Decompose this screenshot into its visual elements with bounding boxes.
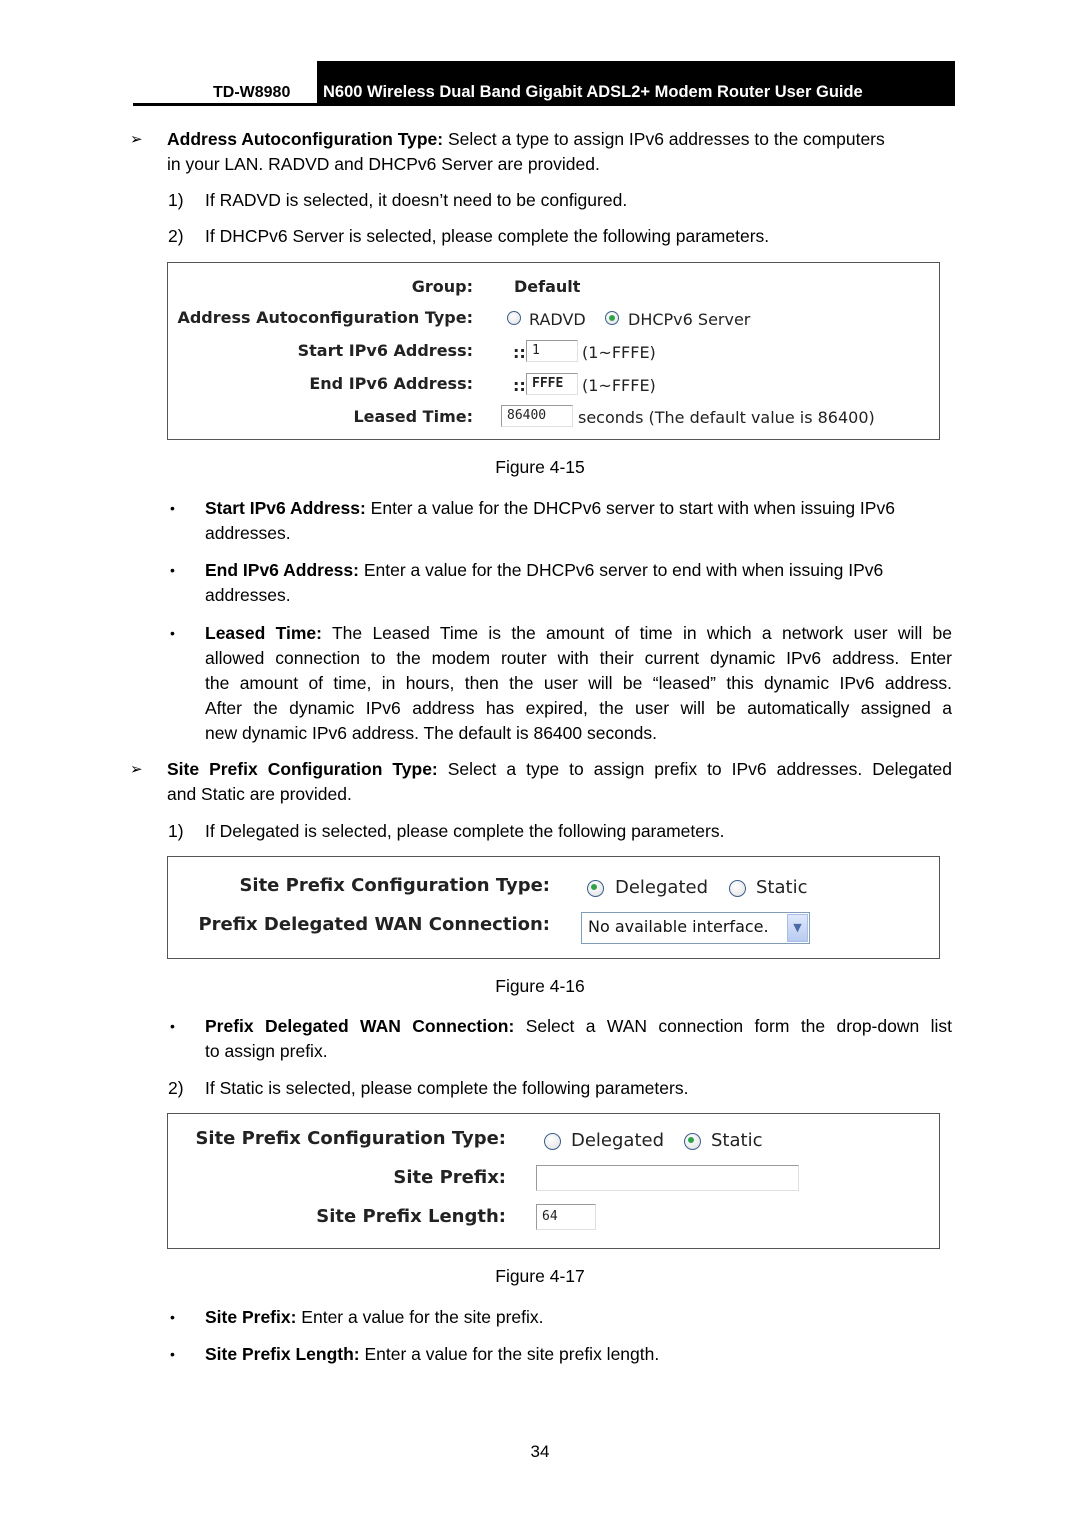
step-text: If DHCPv6 Server is selected, please com… — [205, 226, 770, 246]
leased-time-desc-5: new dynamic IPv6 address. The default is… — [205, 723, 658, 743]
radio-delegated[interactable] — [544, 1133, 561, 1150]
group-value: Default — [514, 277, 581, 296]
page-number: 34 — [530, 1442, 550, 1461]
leased-time-desc-3: the amount of time, in hours, then the u… — [205, 673, 952, 693]
step-text: If Delegated is selected, please complet… — [205, 821, 725, 841]
start-ipv6-desc: Start IPv6 Address: Enter a value for th… — [205, 496, 952, 521]
desc-text: Enter a value for the site prefix. — [296, 1307, 544, 1327]
leased-time-input[interactable]: 86400 — [501, 405, 573, 427]
site-prefix-type-label: Site Prefix Configuration Type: — [239, 875, 550, 896]
site-prefix-input[interactable] — [536, 1165, 799, 1191]
site-prefix-length-label: Site Prefix Length: — [316, 1206, 506, 1227]
start-ipv6-hint: (1~FFFE) — [582, 343, 656, 362]
bullet-icon: • — [170, 1346, 175, 1362]
radio-radvd-label[interactable]: RADVD — [529, 310, 586, 329]
term: End IPv6 Address: — [205, 560, 359, 580]
header-rule — [133, 103, 317, 106]
end-ipv6-desc: End IPv6 Address: Enter a value for the … — [205, 558, 952, 583]
arrow-bullet-icon: ➢ — [130, 761, 143, 778]
leased-time-desc: Leased Time: The Leased Time is the amou… — [205, 621, 952, 646]
site-prefix-desc: Site Prefix Configuration Type: Select a… — [167, 757, 952, 782]
radio-delegated[interactable] — [587, 880, 604, 897]
desc-text: Enter a value for the site prefix length… — [359, 1344, 660, 1364]
bullet-icon: • — [170, 1018, 175, 1034]
term: Leased Time: — [205, 623, 322, 643]
leased-time-desc-4: After the dynamic IPv6 address has expir… — [205, 698, 952, 718]
wan-connection-desc-2: to assign prefix. — [205, 1041, 328, 1061]
site-prefix-type-label: Site Prefix Configuration Type: — [195, 1128, 506, 1149]
radio-dhcpv6-server[interactable] — [605, 311, 619, 325]
radio-dhcpv6-server-label[interactable]: DHCPv6 Server — [628, 310, 750, 329]
addr-autoconf-desc-2: in your LAN. RADVD and DHCPv6 Server are… — [167, 154, 600, 174]
term: Prefix Delegated WAN Connection: — [205, 1016, 515, 1036]
step-number: 1) — [168, 821, 184, 841]
end-ipv6-label: End IPv6 Address: — [309, 374, 473, 393]
ipv6-prefix-colons: :: — [513, 343, 526, 362]
autoconf-type-label: Address Autoconfiguration Type: — [177, 308, 473, 327]
desc-text: Select a WAN connection form the drop-do… — [514, 1016, 952, 1036]
desc-text: Select a type to assign IPv6 addresses t… — [443, 129, 885, 149]
step-number: 2) — [168, 1078, 184, 1098]
start-ipv6-desc-2: addresses. — [205, 523, 291, 543]
leased-time-hint: seconds (The default value is 86400) — [578, 408, 875, 427]
leased-time-desc-2: allowed connection to the modem router w… — [205, 648, 952, 668]
radio-static-label[interactable]: Static — [711, 1130, 762, 1151]
term: Start IPv6 Address: — [205, 498, 366, 518]
chevron-down-icon[interactable]: ▼ — [787, 914, 808, 942]
group-label: Group: — [411, 277, 473, 296]
desc-text: Enter a value for the DHCPv6 server to e… — [358, 560, 884, 580]
figure-4-16-screenshot: Site Prefix Configuration Type: Delegate… — [167, 856, 940, 959]
radio-static[interactable] — [729, 880, 746, 897]
radio-static[interactable] — [684, 1133, 701, 1150]
end-ipv6-input[interactable]: FFFE — [526, 373, 578, 395]
site-prefix-bullet: Site Prefix: Enter a value for the site … — [205, 1305, 544, 1330]
radio-delegated-label: Delegated — [571, 1130, 665, 1151]
term: Site Prefix Configuration Type: — [167, 759, 438, 779]
step-number: 2) — [168, 226, 184, 246]
addr-autoconf-desc: Address Autoconfiguration Type: Select a… — [167, 127, 952, 152]
desc-text: Select a type to assign prefix to IPv6 a… — [437, 759, 953, 779]
wan-connection-selected: No available interface. — [588, 917, 769, 936]
start-ipv6-label: Start IPv6 Address: — [297, 341, 473, 360]
radio-static-label: Static — [756, 877, 808, 898]
wan-connection-label: Prefix Delegated WAN Connection: — [198, 914, 550, 935]
term: Site Prefix Length: — [205, 1344, 360, 1364]
bullet-icon: • — [170, 1309, 175, 1325]
term: Address Autoconfiguration Type: — [167, 129, 444, 149]
bullet-icon: • — [170, 500, 175, 516]
wan-connection-select[interactable]: No available interface. ▼ — [581, 912, 810, 944]
bullet-icon: • — [170, 625, 175, 641]
radio-delegated-label[interactable]: Delegated — [615, 877, 708, 898]
step-text: If Static is selected, please complete t… — [205, 1078, 689, 1098]
site-prefix-desc-2: and Static are provided. — [167, 784, 352, 804]
ipv6-prefix-colons: :: — [513, 376, 526, 395]
radio-radvd[interactable] — [507, 311, 521, 325]
wan-connection-desc: Prefix Delegated WAN Connection: Select … — [205, 1014, 952, 1039]
site-prefix-label: Site Prefix: — [393, 1167, 506, 1188]
step-number: 1) — [168, 190, 184, 210]
figure-4-17-screenshot: Site Prefix Configuration Type: Delegate… — [167, 1113, 940, 1249]
desc-text: Enter a value for the DHCPv6 server to s… — [365, 498, 895, 518]
site-prefix-length-bullet: Site Prefix Length: Enter a value for th… — [205, 1342, 659, 1367]
model-name: TD-W8980 — [213, 84, 291, 101]
page-header: TD-W8980 N600 Wireless Dual Band Gigabit… — [133, 61, 955, 106]
start-ipv6-input[interactable]: 1 — [526, 340, 578, 362]
figure-caption: Figure 4-16 — [495, 976, 585, 996]
figure-caption: Figure 4-15 — [495, 457, 585, 477]
end-ipv6-hint: (1~FFFE) — [582, 376, 656, 395]
figure-4-15-screenshot: Group: Default Address Autoconfiguration… — [167, 262, 940, 440]
term: Site Prefix: — [205, 1307, 297, 1327]
end-ipv6-desc-2: addresses. — [205, 585, 291, 605]
site-prefix-length-input[interactable]: 64 — [536, 1204, 596, 1230]
arrow-bullet-icon: ➢ — [130, 131, 143, 148]
leased-time-label: Leased Time: — [353, 407, 473, 426]
step-text: If RADVD is selected, it doesn’t need to… — [205, 190, 628, 210]
desc-text: The Leased Time is the amount of time in… — [321, 623, 952, 643]
figure-caption: Figure 4-17 — [495, 1266, 585, 1286]
guide-title: N600 Wireless Dual Band Gigabit ADSL2+ M… — [317, 61, 955, 106]
bullet-icon: • — [170, 562, 175, 578]
